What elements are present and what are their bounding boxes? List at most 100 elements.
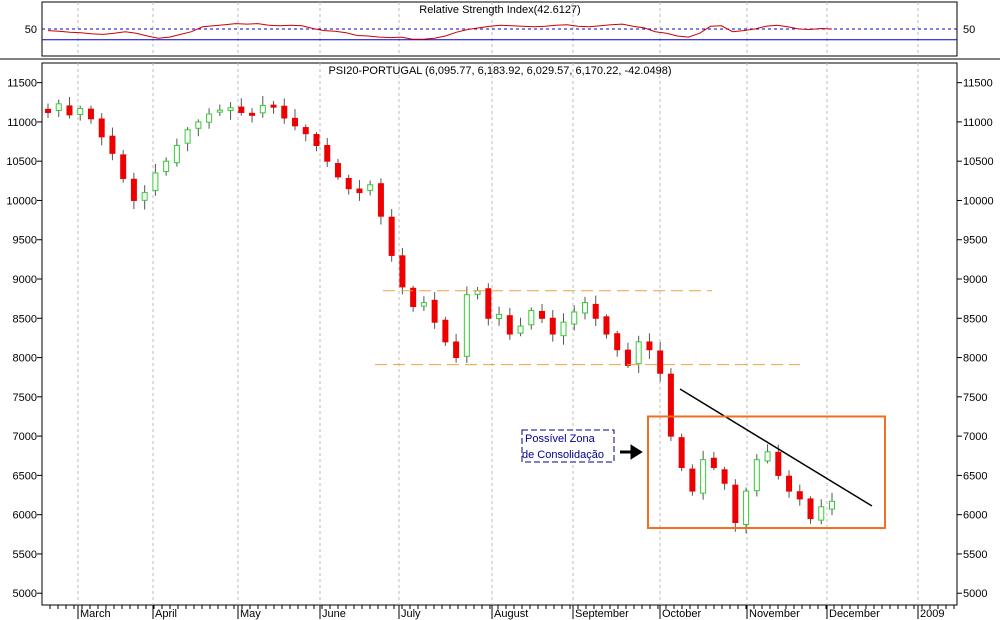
y-tick-label-right: 7500 (963, 392, 987, 404)
candle-body (45, 108, 51, 113)
y-tick-label-right: 11500 (963, 78, 993, 90)
candle-body (528, 309, 535, 326)
candle-body (66, 105, 73, 116)
candle-body (721, 469, 728, 484)
candle-body (184, 129, 191, 144)
candle-body (829, 500, 835, 510)
y-tick-label-left: 7000 (13, 431, 37, 443)
candle-body (238, 106, 245, 113)
candle-body (710, 457, 717, 469)
candle-body (506, 315, 513, 335)
y-tick-label-right: 7000 (963, 431, 987, 443)
y-tick-label-right: 8500 (963, 313, 987, 325)
candle-body (732, 484, 739, 524)
candle-body (453, 341, 460, 359)
candle-body (581, 302, 588, 314)
candle-body (77, 108, 84, 116)
candle-body (571, 311, 578, 325)
candle-body (485, 288, 492, 319)
annotation-line-1: Possível Zona (525, 433, 596, 445)
y-tick-label-right: 8000 (963, 353, 987, 365)
candle-body (356, 188, 363, 194)
candle-body (55, 103, 62, 111)
candle-body (667, 373, 674, 437)
candle-body (173, 144, 180, 164)
candle-body (775, 451, 782, 476)
rsi-tick-label-left: 50 (25, 24, 37, 36)
candle-body (678, 437, 685, 469)
candle-body (249, 112, 256, 116)
candle-body (614, 333, 621, 351)
y-tick-label-left: 6000 (13, 510, 37, 522)
x-tick-label: September (575, 608, 629, 620)
candle-body (431, 299, 438, 323)
candle-body (700, 459, 707, 494)
y-tick-label-right: 10000 (963, 195, 994, 207)
candle-body (152, 172, 159, 191)
candle-body (603, 316, 610, 335)
y-tick-label-right: 11000 (963, 117, 993, 129)
candle-body (818, 506, 825, 521)
candle-body (388, 216, 395, 256)
candle-body (807, 498, 814, 520)
x-tick-label: March (80, 608, 111, 620)
chart-area: March April May June July August September Octo… (0, 0, 1000, 620)
candle-body (560, 321, 567, 337)
candle-body (474, 290, 481, 295)
candle-body (496, 313, 503, 320)
candle-body (592, 303, 599, 319)
candle-body (517, 325, 524, 334)
candle-body (786, 475, 793, 492)
x-tick-label: May (240, 608, 261, 620)
candle-body (270, 104, 277, 108)
y-tick-label-left: 7500 (13, 392, 37, 404)
y-tick-label-left: 5000 (13, 588, 37, 600)
y-tick-label-right: 5000 (963, 588, 987, 600)
candle-body (463, 294, 470, 357)
x-tick-label: December (829, 608, 880, 620)
y-tick-label-left: 11500 (7, 78, 37, 90)
candle-body (87, 108, 94, 120)
annotation-line-2: de Consolidação (522, 449, 604, 461)
candle-body (227, 107, 234, 111)
candle-body (753, 459, 760, 492)
y-tick-label-left: 8500 (13, 313, 37, 325)
candle-body (334, 163, 341, 178)
x-tick-label: October (662, 608, 701, 620)
candle-body (657, 350, 664, 374)
candle-body (163, 160, 170, 172)
candle-body (130, 178, 137, 201)
y-tick-label-right: 9500 (963, 235, 987, 247)
candle-body (259, 104, 266, 114)
rsi-title: Relative Strength Index(42.6127) (419, 4, 580, 16)
y-tick-label-right: 6000 (963, 510, 987, 522)
candle-body (549, 317, 556, 335)
y-tick-label-left: 9500 (13, 235, 37, 247)
candle-body (399, 255, 406, 288)
y-tick-label-left: 10000 (6, 195, 37, 207)
candle-body (195, 121, 202, 129)
candle-body (324, 145, 331, 162)
candle-body (141, 192, 148, 201)
candle-body (635, 341, 642, 365)
y-tick-label-left: 11000 (7, 117, 37, 129)
y-tick-label-right: 5500 (963, 549, 987, 561)
rsi-tick-label-right: 50 (963, 24, 975, 36)
candle-body (206, 113, 213, 123)
candle-body (98, 118, 105, 138)
candle-body (345, 177, 352, 190)
x-tick-label: August (494, 608, 528, 620)
candle-body (442, 319, 449, 343)
candle-body (539, 310, 546, 319)
y-tick-label-right: 10500 (963, 156, 994, 168)
candle-body (313, 133, 320, 146)
y-tick-label-left: 8000 (13, 353, 37, 365)
x-tick-label: July (401, 608, 421, 620)
candle-body (689, 468, 696, 492)
candle-body (743, 490, 750, 526)
candle-body (367, 184, 374, 191)
price-title: PSI20-PORTUGAL (6,095.77, 6,183.92, 6,02… (328, 65, 671, 77)
candle-body (216, 109, 223, 113)
candle-body (377, 183, 384, 217)
candle-body (420, 302, 427, 307)
